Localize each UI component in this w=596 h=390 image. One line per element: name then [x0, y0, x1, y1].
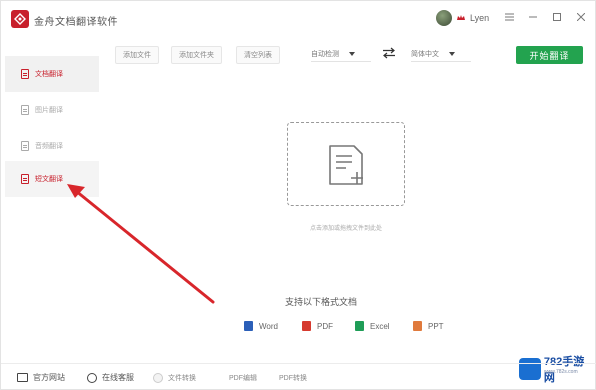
menu-icon[interactable] — [503, 10, 515, 24]
sidebar-item-label: 图片翻译 — [35, 107, 63, 114]
document-icon — [21, 69, 29, 79]
text-icon — [21, 174, 29, 184]
chevron-down-icon — [449, 51, 455, 56]
format-excel: Excel — [355, 321, 390, 331]
online-support-link[interactable]: 在线客服 — [87, 364, 134, 390]
format-label: PDF — [317, 321, 333, 331]
app-window: 金舟文档翻译软件 Lyen 文档翻译 图片翻译 音频翻译 短文翻译 添加文件 添… — [0, 0, 596, 390]
user-account[interactable]: Lyen — [436, 10, 489, 26]
file-drop-zone[interactable] — [287, 122, 405, 206]
bottom-item-label: PDF转换 — [279, 374, 307, 382]
pdf-convert-link[interactable]: PDF转换 — [279, 364, 307, 390]
add-file-button[interactable]: 添加文件 — [115, 46, 159, 64]
add-document-icon — [329, 145, 363, 185]
image-icon — [21, 105, 29, 115]
excel-icon — [355, 321, 364, 331]
app-title: 金舟文档翻译软件 — [34, 17, 118, 28]
swap-language-icon[interactable] — [382, 47, 396, 59]
official-website-link[interactable]: 官方网站 — [17, 364, 65, 390]
avatar[interactable] — [436, 10, 452, 26]
sidebar: 文档翻译 图片翻译 音频翻译 短文翻译 — [5, 56, 99, 356]
sidebar-item-document-translate[interactable]: 文档翻译 — [5, 56, 99, 92]
headset-icon — [87, 372, 97, 383]
username[interactable]: Lyen — [470, 13, 489, 23]
sidebar-item-image-translate[interactable]: 图片翻译 — [5, 92, 99, 128]
maximize-icon[interactable] — [551, 10, 563, 24]
window-controls — [503, 10, 587, 24]
bottom-item-label: 文件转换 — [168, 374, 196, 382]
source-language-value: 自动检测 — [311, 50, 339, 58]
bottom-item-label: 在线客服 — [102, 373, 134, 382]
formats-title: 支持以下格式文档 — [284, 297, 357, 307]
source-language-select[interactable]: 自动检测 — [311, 46, 371, 62]
close-icon[interactable] — [575, 10, 587, 24]
sidebar-item-text-translate[interactable]: 短文翻译 — [5, 161, 99, 197]
sidebar-item-label: 短文翻译 — [35, 176, 63, 183]
sidebar-item-audio-translate[interactable]: 音频翻译 — [5, 128, 99, 164]
word-icon — [244, 321, 253, 331]
pdf-icon — [302, 321, 311, 331]
clear-list-button[interactable]: 清空列表 — [236, 46, 280, 64]
pdf-edit-link[interactable]: PDF编辑 — [229, 364, 257, 390]
format-label: Excel — [370, 321, 390, 331]
format-label: PPT — [428, 321, 444, 331]
convert-icon — [153, 372, 163, 383]
format-ppt: PPT — [413, 321, 444, 331]
bottom-item-label: PDF编辑 — [229, 374, 257, 382]
add-folder-button[interactable]: 添加文件夹 — [171, 46, 222, 64]
target-language-select[interactable]: 简体中文 — [411, 46, 471, 62]
target-language-value: 简体中文 — [411, 50, 439, 58]
title-bar: 金舟文档翻译软件 Lyen — [1, 1, 596, 37]
format-pdf: PDF — [302, 321, 333, 331]
chevron-down-icon — [349, 51, 355, 56]
ppt-icon — [413, 321, 422, 331]
bottom-bar: 官方网站 在线客服 文件转换 PDF编辑 PDF转换 — [1, 363, 596, 390]
start-translate-button[interactable]: 开始翻译 — [516, 46, 583, 64]
sidebar-item-label: 文档翻译 — [35, 71, 63, 78]
drop-hint-text: 点击添加或拖拽文件到此处 — [309, 226, 382, 232]
vip-crown-icon — [457, 15, 465, 20]
file-convert-link[interactable]: 文件转换 — [153, 364, 196, 390]
bottom-item-label: 官方网站 — [33, 373, 65, 382]
sidebar-item-label: 音频翻译 — [35, 143, 63, 150]
minimize-icon[interactable] — [527, 10, 539, 24]
app-logo-icon — [11, 10, 29, 28]
format-label: Word — [259, 321, 278, 331]
audio-icon — [21, 141, 29, 151]
format-word: Word — [244, 321, 278, 331]
monitor-icon — [17, 373, 28, 382]
